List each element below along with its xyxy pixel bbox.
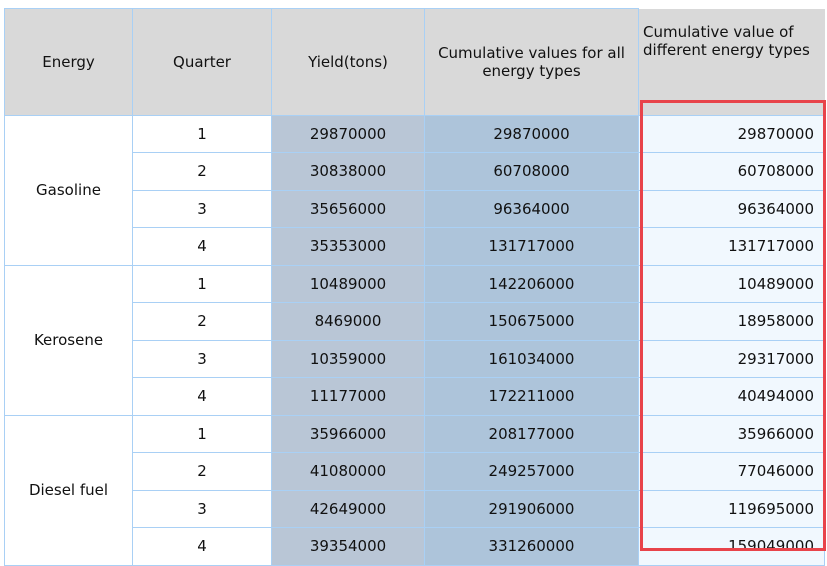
yield-cell[interactable]: 10489000	[271, 264, 425, 303]
cumulative-type-cell[interactable]: 96364000	[638, 189, 825, 228]
cumulative-type-cell[interactable]: 18958000	[638, 302, 825, 341]
yield-cell[interactable]: 35656000	[271, 189, 425, 228]
cumulative-all-cell[interactable]: 331260000	[424, 527, 639, 566]
header-cumulative-all[interactable]: Cumulative values for all energy types	[424, 8, 639, 116]
cumulative-all-cell[interactable]: 142206000	[424, 264, 639, 303]
quarter-cell[interactable]: 1	[132, 114, 272, 153]
quarter-cell[interactable]: 3	[132, 189, 272, 228]
cumulative-all-cell[interactable]: 291906000	[424, 489, 639, 528]
cumulative-all-cell[interactable]: 172211000	[424, 377, 639, 416]
energy-cell[interactable]: Kerosene	[4, 264, 133, 416]
cumulative-all-cell[interactable]: 208177000	[424, 414, 639, 453]
quarter-cell[interactable]: 4	[132, 377, 272, 416]
cumulative-type-cell[interactable]: 60708000	[638, 152, 825, 191]
table-row: Gasoline 1 29870000 29870000 29870000	[4, 114, 825, 266]
cumulative-type-cell[interactable]: 159049000	[638, 527, 825, 566]
cumulative-all-cell[interactable]: 131717000	[424, 227, 639, 266]
yield-cell[interactable]: 10359000	[271, 339, 425, 378]
cumulative-all-cell[interactable]: 161034000	[424, 339, 639, 378]
yield-cell[interactable]: 42649000	[271, 489, 425, 528]
header-quarter[interactable]: Quarter	[132, 8, 272, 116]
energy-cell[interactable]: Gasoline	[4, 114, 133, 266]
cumulative-type-cell[interactable]: 29317000	[638, 339, 825, 378]
header-row: Energy Quarter Yield(tons) Cumulative va…	[4, 8, 825, 116]
cumulative-all-cell[interactable]: 60708000	[424, 152, 639, 191]
yield-cell[interactable]: 39354000	[271, 527, 425, 566]
quarter-cell[interactable]: 1	[132, 264, 272, 303]
yield-cell[interactable]: 29870000	[271, 114, 425, 153]
quarter-cell[interactable]: 4	[132, 227, 272, 266]
header-cumulative-type[interactable]: Cumulative value of different energy typ…	[638, 8, 825, 116]
quarter-cell[interactable]: 4	[132, 527, 272, 566]
cumulative-all-cell[interactable]: 150675000	[424, 302, 639, 341]
table-row: Diesel fuel 1 35966000 208177000 35966000	[4, 414, 825, 566]
cumulative-all-cell[interactable]: 29870000	[424, 114, 639, 153]
quarter-cell[interactable]: 3	[132, 339, 272, 378]
energy-table: Energy Quarter Yield(tons) Cumulative va…	[4, 8, 825, 566]
cumulative-type-cell[interactable]: 35966000	[638, 414, 825, 453]
cumulative-type-cell[interactable]: 119695000	[638, 489, 825, 528]
quarter-cell[interactable]: 2	[132, 452, 272, 491]
quarter-cell[interactable]: 2	[132, 302, 272, 341]
yield-cell[interactable]: 11177000	[271, 377, 425, 416]
quarter-cell[interactable]: 3	[132, 489, 272, 528]
yield-cell[interactable]: 8469000	[271, 302, 425, 341]
yield-cell[interactable]: 30838000	[271, 152, 425, 191]
header-yield[interactable]: Yield(tons)	[271, 8, 425, 116]
cumulative-type-cell[interactable]: 10489000	[638, 264, 825, 303]
header-energy[interactable]: Energy	[4, 8, 133, 116]
cumulative-type-cell[interactable]: 77046000	[638, 452, 825, 491]
quarter-cell[interactable]: 2	[132, 152, 272, 191]
cumulative-type-cell[interactable]: 131717000	[638, 227, 825, 266]
cumulative-all-cell[interactable]: 249257000	[424, 452, 639, 491]
cumulative-type-cell[interactable]: 40494000	[638, 377, 825, 416]
yield-cell[interactable]: 35353000	[271, 227, 425, 266]
yield-cell[interactable]: 41080000	[271, 452, 425, 491]
cumulative-type-cell[interactable]: 29870000	[638, 114, 825, 153]
table-row: Kerosene 1 10489000 142206000 10489000	[4, 264, 825, 416]
cumulative-all-cell[interactable]: 96364000	[424, 189, 639, 228]
yield-cell[interactable]: 35966000	[271, 414, 425, 453]
quarter-cell[interactable]: 1	[132, 414, 272, 453]
energy-cell[interactable]: Diesel fuel	[4, 414, 133, 566]
